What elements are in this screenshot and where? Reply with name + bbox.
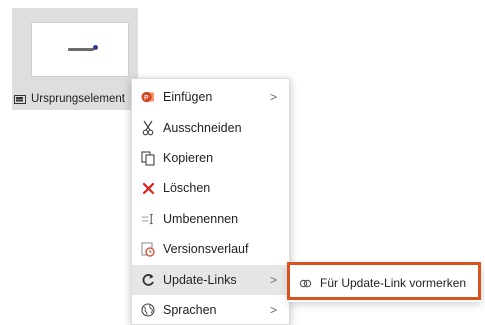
menu-item-ausschneiden[interactable]: Ausschneiden xyxy=(132,113,289,143)
menu-item-loeschen[interactable]: Löschen xyxy=(132,173,289,203)
powerpoint-icon: P xyxy=(141,90,155,104)
menu-item-update-links[interactable]: Update-Links > xyxy=(132,265,289,295)
menu-item-label: Versionsverlauf xyxy=(163,242,249,256)
copy-icon xyxy=(141,150,155,166)
context-menu: P Einfügen > Ausschneiden Kopieren Lösch… xyxy=(131,78,290,325)
rename-icon xyxy=(141,212,155,226)
menu-item-label: Update-Links xyxy=(163,273,237,287)
menu-item-label: Kopieren xyxy=(163,151,214,165)
version-history-icon xyxy=(141,242,155,257)
tile-label-row: Ursprungselement xyxy=(14,90,125,108)
globe-icon xyxy=(141,303,155,317)
update-links-submenu: Für Update-Link vormerken xyxy=(289,264,481,302)
link-mark-icon xyxy=(298,276,312,290)
slide-thumbnail xyxy=(31,22,129,77)
menu-item-label: Sprachen xyxy=(163,303,217,317)
tile-label: Ursprungselement xyxy=(31,93,125,105)
menu-item-label: Einfügen xyxy=(163,90,213,104)
thumbnail-logo xyxy=(68,45,98,51)
menu-item-label: Löschen xyxy=(163,181,211,195)
menu-item-versionsverlauf[interactable]: Versionsverlauf xyxy=(132,234,289,264)
mark-for-update-link-item[interactable]: Für Update-Link vormerken xyxy=(291,268,477,298)
svg-text:P: P xyxy=(144,94,149,101)
chevron-right-icon: > xyxy=(269,303,277,317)
menu-item-label: Ausschneiden xyxy=(163,121,242,135)
menu-item-kopieren[interactable]: Kopieren xyxy=(132,143,289,173)
refresh-icon xyxy=(141,273,155,287)
slide-icon xyxy=(14,94,26,104)
menu-item-sprachen[interactable]: Sprachen > xyxy=(132,295,289,325)
delete-x-icon xyxy=(141,181,155,195)
scissors-icon xyxy=(141,120,155,136)
chevron-right-icon: > xyxy=(269,90,277,104)
chevron-right-icon: > xyxy=(269,273,277,287)
menu-item-umbenennen[interactable]: Umbenennen xyxy=(132,204,289,234)
menu-item-einfuegen[interactable]: P Einfügen > xyxy=(132,82,289,112)
submenu-item-label: Für Update-Link vormerken xyxy=(320,276,467,290)
menu-item-label: Umbenennen xyxy=(163,212,239,226)
